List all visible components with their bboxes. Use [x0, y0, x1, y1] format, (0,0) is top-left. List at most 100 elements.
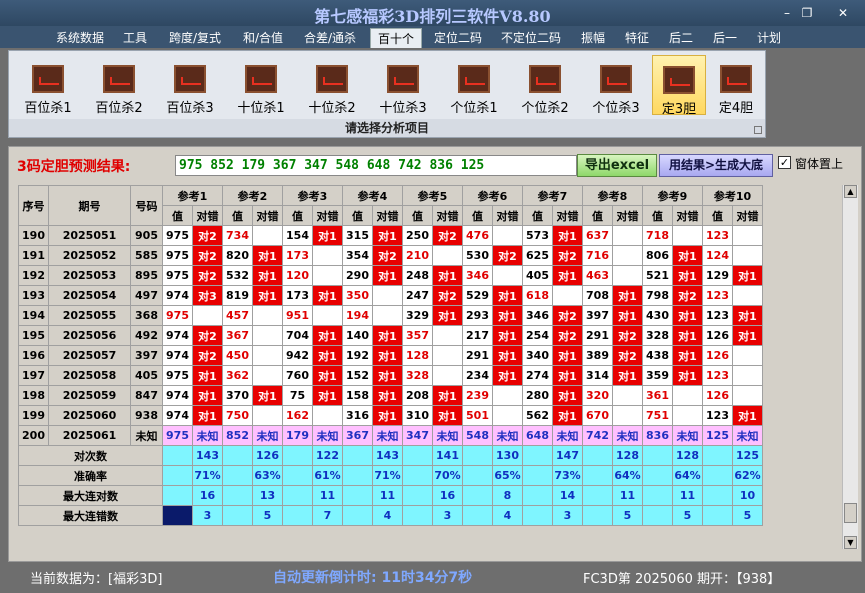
stat-spacer — [222, 465, 253, 486]
stat-value: 70% — [432, 465, 463, 486]
stat-spacer — [162, 505, 193, 526]
table-row[interactable]: 191 2025052 585 975 对2 820 对1 173 354 对2 210 530 对2 6… — [18, 245, 763, 266]
stat-value: 5 — [612, 505, 643, 526]
pin-window-checkbox[interactable]: ✓ — [778, 156, 791, 169]
prediction-result-field[interactable]: 975 852 179 367 347 548 648 742 836 125 — [175, 155, 577, 176]
header-check: 对错 — [432, 205, 463, 226]
chart-icon — [387, 65, 419, 93]
header-check: 对错 — [672, 205, 703, 226]
btn-units-kill-2[interactable]: 个位杀2 — [514, 55, 576, 116]
ref-value: 389 — [582, 345, 613, 366]
btn-fix-3-gall[interactable]: 定3胆 — [652, 55, 706, 117]
generate-base-button[interactable]: 用结果>生成大底 — [659, 154, 773, 177]
ref-check: 对1 — [552, 405, 583, 426]
ref-check — [492, 385, 523, 406]
stat-value: 63% — [252, 465, 283, 486]
btn-label: 十位杀1 — [237, 101, 285, 116]
btn-tens-kill-1[interactable]: 十位杀1 — [230, 55, 292, 116]
header-value: 值 — [402, 205, 433, 226]
menu-diff[interactable]: 合差/通杀 — [298, 28, 362, 48]
menu-plan[interactable]: 计划 — [752, 28, 786, 48]
ref-value: 123 — [702, 285, 733, 306]
btn-units-kill-1[interactable]: 个位杀1 — [443, 55, 505, 116]
ref-value: 530 — [462, 245, 493, 266]
ref-check — [312, 405, 343, 426]
btn-fix-4-gall[interactable]: 定4胆 — [711, 55, 761, 116]
ref-check: 未知 — [552, 425, 583, 446]
menu-system-data[interactable]: 系统数据 — [52, 28, 108, 48]
ref-value: 798 — [642, 285, 673, 306]
main-panel: 3码定胆预测结果: 975 852 179 367 347 548 648 74… — [8, 146, 862, 562]
table-row[interactable]: 196 2025057 397 974 对2 450 942 对1 192 对1 128 291 对1 3… — [18, 345, 763, 366]
stat-spacer — [282, 465, 313, 486]
ref-value: 247 — [402, 285, 433, 306]
stat-spacer — [522, 465, 553, 486]
btn-units-kill-3[interactable]: 个位杀3 — [585, 55, 647, 116]
stat-spacer — [162, 465, 193, 486]
menu-sum[interactable]: 和/合值 — [236, 28, 290, 48]
header-ref: 参考10 — [702, 185, 763, 206]
ref-value: 75 — [282, 385, 313, 406]
ref-check — [732, 365, 763, 386]
ref-value: 501 — [462, 405, 493, 426]
vertical-scrollbar[interactable]: ▲ ▼ — [842, 185, 858, 549]
scroll-thumb[interactable] — [844, 503, 857, 523]
ref-value: 310 — [402, 405, 433, 426]
row-seq: 194 — [18, 305, 49, 326]
ref-value: 123 — [702, 305, 733, 326]
stat-spacer — [162, 445, 193, 466]
table-row[interactable]: 198 2025059 847 974 对1 370 对1 75 对1 158 对1 208 对1 239… — [18, 385, 763, 406]
table-row[interactable]: 200 2025061 未知 975 未知 852 未知 179 未知 367 未知 347 未知 548… — [18, 425, 763, 446]
ref-value: 162 — [282, 405, 313, 426]
menu-fixed-two[interactable]: 定位二码 — [430, 28, 486, 48]
ref-value: 152 — [342, 365, 373, 386]
scroll-down-icon[interactable]: ▼ — [844, 536, 857, 549]
btn-tens-kill-3[interactable]: 十位杀3 — [372, 55, 434, 116]
ref-check — [732, 385, 763, 406]
export-excel-button[interactable]: 导出excel — [577, 154, 657, 177]
menu-tools[interactable]: 工具 — [118, 28, 152, 48]
ref-check: 对2 — [192, 245, 223, 266]
menu-feature[interactable]: 特征 — [620, 28, 654, 48]
close-icon[interactable]: ✕ — [832, 4, 854, 22]
btn-hundreds-kill-3[interactable]: 百位杀3 — [159, 55, 221, 116]
ref-value: 742 — [582, 425, 613, 446]
minimize-icon[interactable]: – — [776, 4, 798, 22]
row-number: 368 — [130, 305, 163, 326]
table-row[interactable]: 190 2025051 905 975 对2 734 154 对1 315 对1 250 对2 476 5… — [18, 225, 763, 246]
ref-value: 463 — [582, 265, 613, 286]
ref-value: 254 — [522, 325, 553, 346]
ref-value: 942 — [282, 345, 313, 366]
stat-spacer — [162, 485, 193, 506]
scroll-up-icon[interactable]: ▲ — [844, 185, 857, 198]
menu-span[interactable]: 跨度/复式 — [162, 28, 228, 48]
table-row[interactable]: 195 2025056 492 974 对2 367 704 对1 140 对1 357 217 对1 2… — [18, 325, 763, 346]
menu-position[interactable]: 百十个 — [370, 28, 422, 48]
ref-value: 129 — [702, 265, 733, 286]
ref-check — [492, 225, 523, 246]
ref-value: 974 — [162, 285, 193, 306]
ref-check: 对1 — [372, 385, 403, 406]
table-row[interactable]: 193 2025054 497 974 对3 819 对1 173 对1 350 247 对2 529 对… — [18, 285, 763, 306]
menu-last-two[interactable]: 后二 — [664, 28, 698, 48]
ref-value: 328 — [642, 325, 673, 346]
row-number: 未知 — [130, 425, 163, 446]
btn-hundreds-kill-2[interactable]: 百位杀2 — [88, 55, 150, 116]
stat-spacer — [282, 445, 313, 466]
menu-amplitude[interactable]: 振幅 — [576, 28, 610, 48]
ref-check: 未知 — [312, 425, 343, 446]
expand-icon[interactable] — [754, 126, 762, 134]
ref-value: 670 — [582, 405, 613, 426]
table-row[interactable]: 199 2025060 938 974 对1 750 162 316 对1 310 对1 501 562… — [18, 405, 763, 426]
btn-tens-kill-2[interactable]: 十位杀2 — [301, 55, 363, 116]
ref-check — [372, 305, 403, 326]
stat-spacer — [702, 445, 733, 466]
menu-last-one[interactable]: 后一 — [708, 28, 742, 48]
menu-unfixed-two[interactable]: 不定位二码 — [496, 28, 566, 48]
btn-hundreds-kill-1[interactable]: 百位杀1 — [17, 55, 79, 116]
table-row[interactable]: 194 2025055 368 975 457 951 194 329 对1 293 对1 346 对2… — [18, 305, 763, 326]
table-row[interactable]: 192 2025053 895 975 对2 532 对1 120 290 对1 248 对1 346 4… — [18, 265, 763, 286]
stat-value: 130 — [492, 445, 523, 466]
table-row[interactable]: 197 2025058 405 975 对1 362 760 对1 152 对1 328 234 对1 2… — [18, 365, 763, 386]
restore-icon[interactable]: ❐ — [796, 4, 818, 22]
